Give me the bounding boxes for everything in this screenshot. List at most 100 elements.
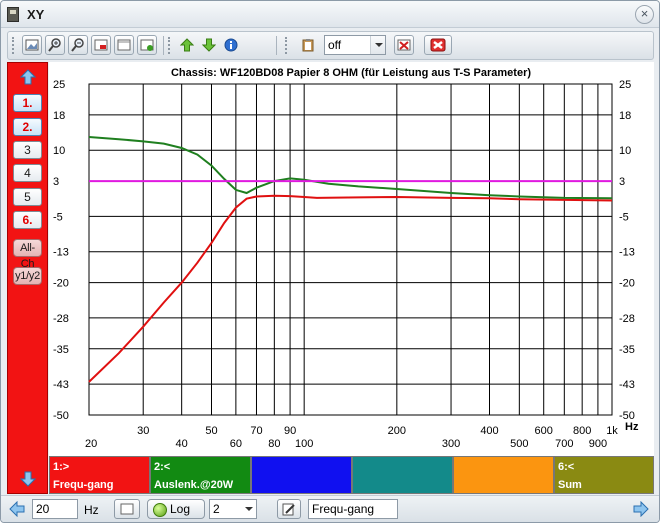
chevron-down-icon[interactable] xyxy=(370,36,385,54)
channel-button-6[interactable]: 6. xyxy=(13,211,42,229)
x-tick-label: 20 xyxy=(85,438,97,450)
y-tick-label-left: 25 xyxy=(53,79,65,91)
legend-cell-6[interactable]: 6:< Sum xyxy=(554,456,654,494)
x-tick-label: 500 xyxy=(510,438,528,450)
all-channels-button[interactable]: All-Ch xyxy=(13,239,42,270)
channel-button-5[interactable]: 5 xyxy=(13,188,42,206)
channel-button-4[interactable]: 4 xyxy=(13,164,42,182)
x-tick-label: 80 xyxy=(268,438,280,450)
x-tick-label: 70 xyxy=(250,425,262,437)
y-tick-label-left: -20 xyxy=(53,278,69,290)
delete-icon[interactable] xyxy=(394,35,414,55)
screen-green-icon[interactable] xyxy=(137,35,157,55)
x-tick-label: 600 xyxy=(535,425,553,437)
clipboard-icon[interactable] xyxy=(298,35,318,55)
legend-index: 2:< xyxy=(154,461,171,473)
x-tick-label: 1k xyxy=(606,425,618,437)
legend-cell-2[interactable]: 2:< Auslenk.@20W xyxy=(150,456,251,494)
y-tick-label-right: 18 xyxy=(619,110,631,122)
image-icon[interactable] xyxy=(22,35,42,55)
x-tick-label: 900 xyxy=(589,438,607,450)
curve-name-input[interactable]: Frequ-gang xyxy=(308,499,398,519)
chevron-down-icon[interactable] xyxy=(245,507,253,511)
info-icon[interactable] xyxy=(221,35,241,55)
edit-name-button[interactable] xyxy=(277,499,301,519)
curve-select-value: 2 xyxy=(213,502,220,516)
scroll-down-icon[interactable] xyxy=(20,471,36,487)
channel-button-3[interactable]: 3 xyxy=(13,141,42,159)
arrow-left-icon[interactable] xyxy=(9,501,25,517)
legend-cell-3[interactable] xyxy=(251,456,352,494)
y-tick-label-left: -50 xyxy=(53,410,69,422)
zoom-in-icon[interactable] xyxy=(45,35,65,55)
x-tick-label: 200 xyxy=(388,425,406,437)
y-tick-label-left: -43 xyxy=(53,379,69,391)
arrow-down-icon[interactable] xyxy=(199,35,219,55)
zoom-out-icon[interactable] xyxy=(68,35,88,55)
x-tick-label: 60 xyxy=(230,438,242,450)
legend-cell-5[interactable] xyxy=(453,456,554,494)
frequency-input[interactable]: 20 xyxy=(32,499,78,519)
x-tick-label: 90 xyxy=(284,425,296,437)
legend-label: Frequ-gang xyxy=(53,479,114,491)
y1-y2-button[interactable]: y1/y2 xyxy=(13,267,42,285)
mode-select[interactable]: off xyxy=(324,35,386,55)
y-tick-label-right: -5 xyxy=(619,211,629,223)
legend-cell-1[interactable]: 1:> Frequ-gang xyxy=(49,456,150,494)
x-tick-label: 30 xyxy=(137,425,149,437)
x-tick-label: 800 xyxy=(573,425,591,437)
toolbar-grip[interactable] xyxy=(168,37,171,54)
log-button[interactable]: Log xyxy=(147,499,205,519)
frequency-unit: Hz xyxy=(84,503,99,517)
plot-area xyxy=(88,83,613,416)
x-tick-label: 50 xyxy=(205,425,217,437)
toolbar-grip[interactable] xyxy=(12,37,15,54)
arrow-right-icon[interactable] xyxy=(633,501,649,517)
y-tick-label-right: 10 xyxy=(619,145,631,157)
channel-button-1[interactable]: 1. xyxy=(13,94,42,112)
x-tick-label: 400 xyxy=(480,425,498,437)
x-tick-label: 300 xyxy=(442,438,460,450)
y-tick-label-left: -28 xyxy=(53,313,69,325)
legend-label: Auslenk.@20W xyxy=(154,479,234,491)
mode-select-value: off xyxy=(328,38,342,52)
plot-panel[interactable]: Chassis: WF120BD08 Papier 8 OHM (für Lei… xyxy=(49,62,654,456)
y-tick-label-right: 3 xyxy=(619,176,625,188)
x-tick-label: 700 xyxy=(555,438,573,450)
legend-index: 6:< xyxy=(558,461,575,473)
xy-chart[interactable]: Chassis: WF120BD08 Papier 8 OHM (für Lei… xyxy=(49,62,654,456)
cancel-icon[interactable] xyxy=(424,35,452,55)
edit-icon xyxy=(282,503,295,516)
xy-window: XY × off 1. 2. 3 4 5 6. All-Ch y1/y2 Cha… xyxy=(0,0,660,523)
legend-label: Sum xyxy=(558,479,582,491)
status-bar: 20 Hz Log 2 Frequ-gang xyxy=(1,495,659,522)
close-button[interactable]: × xyxy=(635,5,654,24)
x-tick-label: 100 xyxy=(295,438,313,450)
y-tick-label-left: -5 xyxy=(53,211,63,223)
legend-cell-4[interactable] xyxy=(352,456,453,494)
screen-icon xyxy=(120,503,134,515)
y-tick-label-left: -13 xyxy=(53,247,69,259)
channel-sidebar: 1. 2. 3 4 5 6. All-Ch y1/y2 xyxy=(7,62,48,494)
chart-title: Chassis: WF120BD08 Papier 8 OHM (für Lei… xyxy=(171,67,531,79)
scroll-up-icon[interactable] xyxy=(20,69,36,85)
legend-index: 1:> xyxy=(53,461,70,473)
screen-icon[interactable] xyxy=(114,35,134,55)
y-tick-label-right: -43 xyxy=(619,379,635,391)
channel-button-2[interactable]: 2. xyxy=(13,118,42,136)
app-icon xyxy=(7,7,19,22)
screen-red-icon[interactable] xyxy=(91,35,111,55)
y-tick-label-right: 25 xyxy=(619,79,631,91)
toolbar: off xyxy=(7,31,654,60)
y-tick-label-right: -13 xyxy=(619,247,635,259)
x-tick-label: 40 xyxy=(176,438,188,450)
arrow-up-icon[interactable] xyxy=(177,35,197,55)
toolbar-grip[interactable] xyxy=(285,37,288,54)
title-bar[interactable]: XY × xyxy=(1,1,659,28)
curve-select[interactable]: 2 xyxy=(209,499,257,519)
screen-button[interactable] xyxy=(114,499,140,519)
toolbar-separator xyxy=(276,36,277,55)
y-tick-label-left: -35 xyxy=(53,344,69,356)
legend-bar: 1:> Frequ-gang 2:< Auslenk.@20W 6:< Sum xyxy=(49,456,654,494)
y-tick-label-right: -28 xyxy=(619,313,635,325)
